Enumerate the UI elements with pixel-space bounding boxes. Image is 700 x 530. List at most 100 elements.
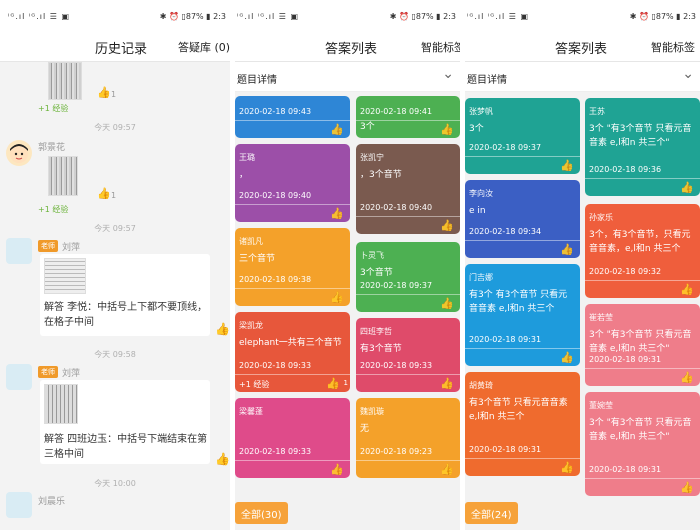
student-name: 四班李哲 <box>360 327 392 336</box>
thumb-up-icon[interactable]: 👍 <box>215 322 230 336</box>
thumb-up-icon[interactable]: 👍 <box>680 283 694 296</box>
student-name: 孙家乐 <box>589 213 613 222</box>
student-name: 梁凯龙 <box>239 321 263 330</box>
thumb-up-icon[interactable]: 👍 <box>330 463 344 476</box>
answer-card[interactable]: 四班李哲 有3个音节 2020-02-18 09:33 👍 <box>356 318 460 392</box>
history-panel: ⁱᴳ.ıl ⁱᴳ.ıl ☰ ▣ ✱ ⏰ ▯87% ▮ 2:3 历史记录 答疑库 … <box>0 0 230 530</box>
card-footer: 👍 <box>356 294 460 312</box>
answer-card[interactable]: 王苏 3个 "有3个音节 只看元音音素 e,l和n 共三个" 2020-02-18 … <box>585 98 700 196</box>
teacher-badge: 老师 <box>38 240 58 252</box>
answer-card[interactable]: 孙家乐 3个，有3个音节，只看元音音素，e,l和n 共三个 2020-02-18 0… <box>585 204 700 298</box>
answer-card[interactable]: 2020-02-18 09:43 👍 <box>235 96 350 138</box>
answer-card[interactable]: 王璐 ， 2020-02-18 09:40 👍 <box>235 144 350 222</box>
question-detail-header[interactable]: 题目详情 ⌄ <box>465 62 700 92</box>
answer-card[interactable]: 魏凯璇无 2020-02-18 09:23 👍 <box>356 398 460 478</box>
card-footer: 👍 <box>356 460 460 478</box>
answer-date: 2020-02-18 09:37 <box>360 281 433 290</box>
answers-nav-bar: 答案列表 智能标签 <box>465 30 700 62</box>
chevron-down-icon[interactable]: ⌄ <box>442 66 454 82</box>
all-answers-button[interactable]: 全部(24) <box>465 502 518 524</box>
status-signal: ⁱᴳ.ıl ⁱᴳ.ıl ☰ ▣ <box>8 12 70 21</box>
answer-date: 2020-02-18 09:38 <box>239 275 312 284</box>
answer-card[interactable]: 梁馨蓬 2020-02-18 09:33 👍 <box>235 398 350 478</box>
answer-text: 3个音节 <box>360 268 393 278</box>
thumb-up-icon[interactable]: 👍 <box>560 461 574 474</box>
user-name: 郭景花 <box>38 143 66 153</box>
student-name: 胡黄琦 <box>469 381 493 390</box>
student-name: 董婉莹 <box>589 401 613 410</box>
question-detail-header[interactable]: 题目详情 ⌄ <box>235 62 460 92</box>
answer-card[interactable]: 张梦帆 3个 2020-02-18 09:37 👍 <box>465 98 580 174</box>
teacher-avatar[interactable] <box>6 238 32 264</box>
status-signal: ⁱᴳ.ıl ⁱᴳ.ıl ☰ ▣ <box>467 12 529 21</box>
answer-text: 3个，有3个音节，只看元音音素，e,l和n 共三个 <box>589 230 691 254</box>
homework-photo[interactable] <box>48 62 82 100</box>
card-footer: +1 经验 1 👍 <box>235 374 350 392</box>
answer-date: 2020-02-18 09:33 <box>360 361 433 370</box>
card-footer: 👍 <box>465 458 580 476</box>
thumb-up-icon[interactable]: 👍 <box>330 207 344 220</box>
chevron-down-icon[interactable]: ⌄ <box>682 66 694 82</box>
answer-card[interactable]: 诸凯凡 三个音节 2020-02-18 09:38 👍 <box>235 228 350 306</box>
student-name: 王苏 <box>589 107 605 116</box>
answer-photo[interactable] <box>44 258 86 294</box>
thumb-up-icon[interactable]: 👍 <box>330 291 344 304</box>
answer-card[interactable]: 崔若莹 3个 "有3个音节 只看元音音素 e,l和n 共三个" 2020-02-18… <box>585 304 700 386</box>
smart-tag-tab[interactable]: 智能标签 <box>651 39 695 55</box>
answer-text: elephant一共有三个音节 <box>239 338 342 348</box>
thumb-up-icon[interactable]: 👍 <box>97 86 111 99</box>
status-battery: ✱ ⏰ ▯87% ▮ 2:3 <box>389 12 456 21</box>
answer-photo[interactable] <box>44 384 78 424</box>
avatar[interactable] <box>6 492 32 518</box>
thumb-up-icon[interactable]: 👍 <box>97 187 111 200</box>
answer-list-panel-2: ⁱᴳ.ıl ⁱᴳ.ıl ☰ ▣ ✱ ⏰ ▯87% ▮ 2:3 答案列表 智能标签… <box>465 0 700 530</box>
thumb-up-icon[interactable]: 👍 <box>440 297 454 310</box>
answer-card[interactable]: 张凯宁 ，3个音节 2020-02-18 09:40 👍 <box>356 144 460 234</box>
thumb-up-icon[interactable]: 👍 <box>440 377 454 390</box>
all-answers-button[interactable]: 全部(30) <box>235 502 288 524</box>
thumb-up-icon[interactable]: 👍 <box>440 219 454 232</box>
answer-bubble[interactable]: 解答 四班边玉：中括号下端结束在第三格中间 <box>40 380 210 464</box>
answer-card[interactable]: 董婉莹 3个 "有3个音节 只看元音音素 e,l和n 共三个" 2020-02-18… <box>585 392 700 496</box>
answer-date: 2020-02-18 09:33 <box>239 447 312 456</box>
card-footer: 👍 <box>465 240 580 258</box>
thumb-up-icon[interactable]: 👍 <box>326 377 340 390</box>
answer-date: 2020-02-18 09:23 <box>360 447 433 456</box>
thumb-up-icon[interactable]: 👍 <box>440 463 454 476</box>
answer-card[interactable]: 梁凯龙 elephant一共有三个音节 2020-02-18 09:33 +1 经验 1… <box>235 312 350 392</box>
homework-photo[interactable] <box>48 156 78 196</box>
teacher-avatar[interactable] <box>6 364 32 390</box>
child-face-icon <box>10 144 28 163</box>
answer-bubble[interactable]: 解答 李悦：中括号上下都不要顶线，在格子中间 <box>40 254 210 336</box>
thumb-up-icon[interactable]: 👍 <box>680 181 694 194</box>
answer-card[interactable]: 3个 2020-02-18 09:41 👍 <box>356 96 460 138</box>
thumb-up-icon[interactable]: 👍 <box>215 452 230 466</box>
answer-card[interactable]: 胡黄琦 有3个音节 只看元音音素 e,l和n 共三个 2020-02-18 09:3… <box>465 372 580 476</box>
thumb-up-icon[interactable]: 👍 <box>560 351 574 364</box>
thumb-up-icon[interactable]: 👍 <box>680 481 694 494</box>
thumb-up-icon[interactable]: 👍 <box>560 159 574 172</box>
student-name: 崔若莹 <box>589 313 613 322</box>
card-footer: 👍 <box>585 368 700 386</box>
thumb-up-icon[interactable]: 👍 <box>680 371 694 384</box>
answer-card[interactable]: 门吉娜 有3个 有3个音节 只看元音音素 e,l和n 共三个 2020-02-18 … <box>465 264 580 366</box>
answer-date: 2020-02-18 09:31 <box>589 355 662 364</box>
user-name: 刘晨乐 <box>38 497 66 507</box>
thumb-up-icon[interactable]: 👍 <box>560 243 574 256</box>
answer-card[interactable]: 李向汝 e in 2020-02-18 09:34 👍 <box>465 180 580 258</box>
thumb-up-icon[interactable]: 👍 <box>330 123 344 136</box>
answer-card[interactable]: 卜灵飞 3个音节 2020-02-18 09:37 👍 <box>356 242 460 312</box>
answer-date: 2020-02-18 09:31 <box>589 465 662 474</box>
thumb-up-icon[interactable]: 👍 <box>440 123 454 136</box>
answer-date: 2020-02-18 09:31 <box>469 445 542 454</box>
qa-library-tab[interactable]: 答疑库 (0) <box>178 39 230 55</box>
avatar[interactable] <box>6 140 32 166</box>
card-footer: 👍 <box>235 460 350 478</box>
student-name: 卜灵飞 <box>360 251 384 260</box>
question-detail-label: 题目详情 <box>467 75 507 86</box>
page-title: 答案列表 <box>555 42 608 57</box>
like-count: 1 <box>343 379 348 387</box>
smart-tag-tab[interactable]: 智能标签 <box>421 39 460 55</box>
answer-text: e in <box>469 206 486 216</box>
message-time: 今天 09:57 <box>94 123 136 132</box>
